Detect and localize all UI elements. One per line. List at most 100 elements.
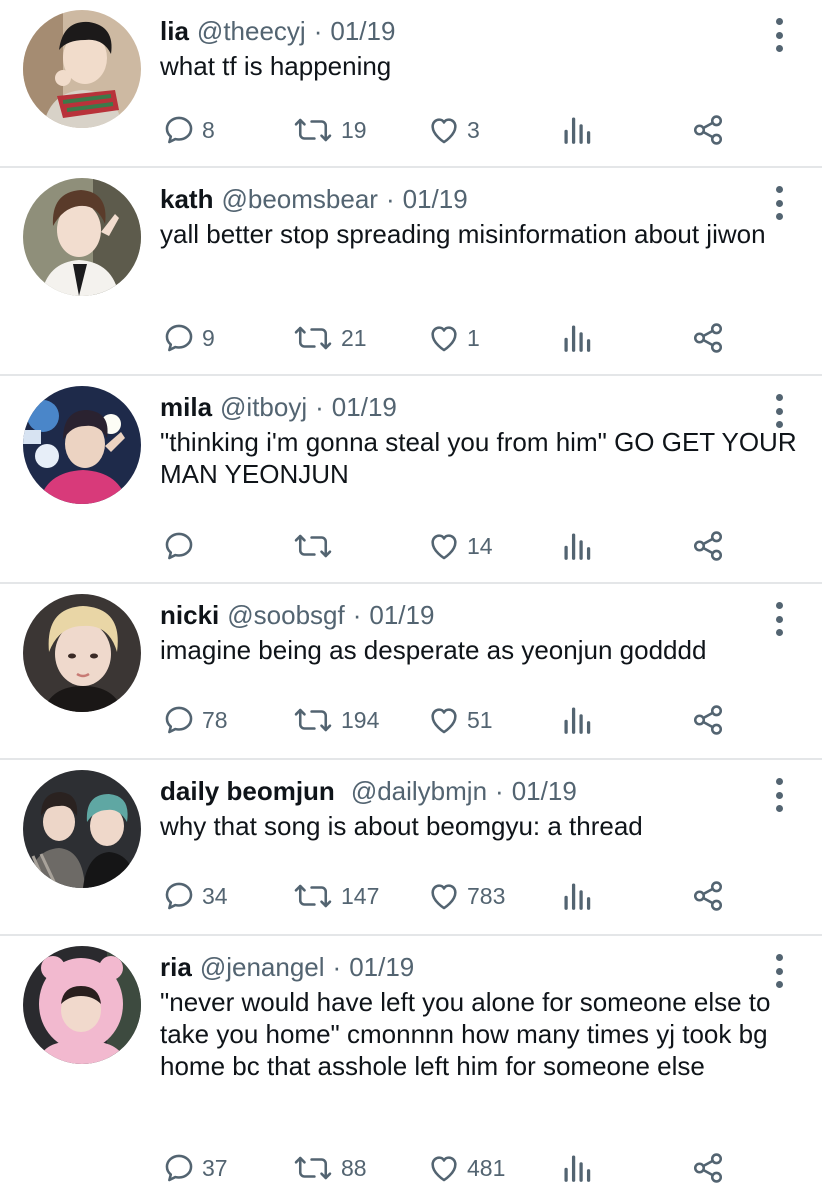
reply-count: 8: [202, 116, 215, 143]
views-icon: [564, 1155, 591, 1182]
user-handle[interactable]: @soobsgf: [227, 600, 344, 630]
user-handle[interactable]: @beomsbear: [221, 184, 377, 214]
retweet-button[interactable]: 194: [291, 700, 379, 740]
like-count: 51: [467, 706, 493, 733]
reply-count: 9: [202, 324, 215, 351]
more-vertical-icon[interactable]: [772, 602, 786, 636]
tweet-text: why that song is about beomgyu: a thread: [160, 811, 643, 841]
reply-button[interactable]: [162, 526, 202, 566]
tweet[interactable]: nicki @soobsgf · 01/19 imagine being as des…: [0, 584, 822, 760]
views-button[interactable]: [562, 110, 592, 150]
tweet-date[interactable]: 01/19: [403, 184, 468, 214]
avatar[interactable]: [23, 178, 141, 296]
display-name[interactable]: nicki: [160, 600, 219, 630]
avatar[interactable]: [23, 594, 141, 712]
retweet-count: 88: [341, 1154, 367, 1181]
retweet-button[interactable]: [291, 526, 341, 566]
tweet[interactable]: daily beomjun @dailybmjn · 01/19 why that s…: [0, 760, 822, 936]
reply-button[interactable]: 34: [162, 876, 228, 916]
like-button[interactable]: 783: [427, 876, 505, 916]
tweet-text: "thinking i'm gonna steal you from him" …: [160, 427, 797, 489]
tweet-date[interactable]: 01/19: [369, 600, 434, 630]
tweet-header: ria @jenangel · 01/19: [160, 950, 414, 984]
like-button[interactable]: 14: [427, 526, 493, 566]
avatar[interactable]: [23, 946, 141, 1064]
display-name[interactable]: kath: [160, 184, 213, 214]
more-vertical-icon[interactable]: [772, 394, 786, 428]
user-handle[interactable]: @jenangel: [200, 952, 325, 982]
more-vertical-icon[interactable]: [772, 186, 786, 220]
share-button[interactable]: [690, 876, 726, 916]
tweet-header: kath @beomsbear · 01/19: [160, 182, 468, 216]
reply-icon: [165, 882, 193, 910]
separator-dot: ·: [385, 184, 395, 214]
views-button[interactable]: [562, 526, 592, 566]
action-bar: 9 21 1: [0, 318, 822, 358]
share-button[interactable]: [690, 526, 726, 566]
heart-icon: [431, 326, 457, 352]
heart-icon: [431, 1156, 457, 1182]
retweet-icon: [294, 884, 332, 908]
share-button[interactable]: [690, 110, 726, 150]
avatar[interactable]: [23, 386, 141, 504]
reply-button[interactable]: 37: [162, 1148, 228, 1188]
views-icon: [564, 117, 591, 144]
share-button[interactable]: [690, 1148, 726, 1188]
tweet-date[interactable]: 01/19: [349, 952, 414, 982]
like-button[interactable]: 3: [427, 110, 480, 150]
tweet[interactable]: ria @jenangel · 01/19 "never would have lef…: [0, 936, 822, 1200]
reply-icon: [165, 324, 193, 352]
views-icon: [564, 533, 591, 560]
share-button[interactable]: [690, 700, 726, 740]
display-name[interactable]: lia: [160, 16, 189, 46]
views-button[interactable]: [562, 1148, 592, 1188]
reply-button[interactable]: 8: [162, 110, 215, 150]
tweet-header: daily beomjun @dailybmjn · 01/19: [160, 774, 577, 808]
views-icon: [564, 707, 591, 734]
like-button[interactable]: 481: [427, 1148, 505, 1188]
heart-icon: [431, 534, 457, 560]
retweet-button[interactable]: 21: [291, 318, 367, 358]
retweet-count: 194: [341, 706, 380, 733]
action-bar: 14: [0, 526, 822, 566]
more-vertical-icon[interactable]: [772, 954, 786, 988]
tweet-date[interactable]: 01/19: [330, 16, 395, 46]
avatar-image: [23, 946, 141, 1064]
like-count: 481: [467, 1154, 506, 1181]
like-count: 783: [467, 882, 506, 909]
display-name[interactable]: daily beomjun: [160, 776, 335, 806]
views-icon: [564, 325, 591, 352]
avatar-image: [23, 770, 141, 888]
more-vertical-icon[interactable]: [772, 18, 786, 52]
user-handle[interactable]: @dailybmjn: [351, 776, 487, 806]
reply-button[interactable]: 9: [162, 318, 215, 358]
views-button[interactable]: [562, 700, 592, 740]
reply-button[interactable]: 78: [162, 700, 228, 740]
tweet-date[interactable]: 01/19: [512, 776, 577, 806]
retweet-button[interactable]: 147: [291, 876, 379, 916]
retweet-button[interactable]: 19: [291, 110, 367, 150]
tweet-header: nicki @soobsgf · 01/19: [160, 598, 434, 632]
views-button[interactable]: [562, 876, 592, 916]
share-icon: [693, 531, 723, 561]
share-icon: [693, 1153, 723, 1183]
separator-dot: ·: [495, 776, 504, 806]
tweet[interactable]: mila @itboyj · 01/19 "thinking i'm gonna st…: [0, 376, 822, 584]
reply-count: 78: [202, 706, 228, 733]
action-bar: 37 88 481: [0, 1148, 822, 1188]
user-handle[interactable]: @itboyj: [220, 392, 307, 422]
more-vertical-icon[interactable]: [772, 778, 786, 812]
retweet-icon: [294, 118, 332, 142]
like-button[interactable]: 1: [427, 318, 480, 358]
display-name[interactable]: ria: [160, 952, 192, 982]
avatar[interactable]: [23, 770, 141, 888]
views-button[interactable]: [562, 318, 592, 358]
tweet-date[interactable]: 01/19: [332, 392, 397, 422]
display-name[interactable]: mila: [160, 392, 212, 422]
share-button[interactable]: [690, 318, 726, 358]
tweet[interactable]: kath @beomsbear · 01/19 yall better stop sp…: [0, 168, 822, 376]
retweet-button[interactable]: 88: [291, 1148, 367, 1188]
user-handle[interactable]: @theecyj: [197, 16, 306, 46]
like-button[interactable]: 51: [427, 700, 493, 740]
tweet[interactable]: lia @theecyj · 01/19 what tf is happening 8…: [0, 0, 822, 168]
